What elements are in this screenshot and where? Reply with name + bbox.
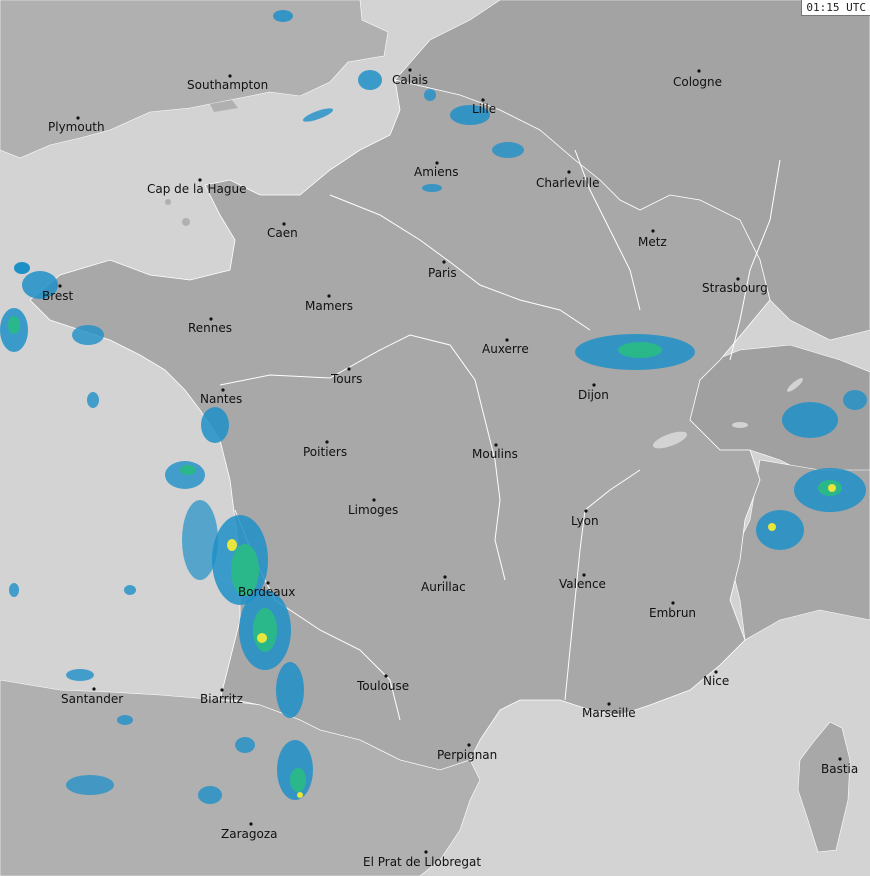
city-label-southampton: Southampton: [187, 78, 269, 92]
city-label-bordeaux: Bordeaux: [238, 585, 296, 599]
city-label-paris: Paris: [428, 266, 457, 280]
city-label-tours: Tours: [331, 372, 363, 386]
city-label-calais: Calais: [392, 73, 429, 87]
city-label-metz: Metz: [638, 235, 667, 249]
city-label-auxerre: Auxerre: [482, 342, 529, 356]
lake: [732, 422, 748, 428]
city-label-lille: Lille: [472, 102, 497, 116]
city-label-bastia: Bastia: [821, 762, 859, 776]
city-label-nice: Nice: [703, 674, 730, 688]
city-label-amiens: Amiens: [414, 165, 459, 179]
city-label-marseille: Marseille: [582, 706, 636, 720]
city-label-el-prat: El Prat de Llobregat: [363, 855, 482, 869]
city-label-poitiers: Poitiers: [303, 445, 348, 459]
radar-map: Southampton Plymouth Calais Lille Cologn…: [0, 0, 870, 876]
city-label-santander: Santander: [61, 692, 124, 706]
city-label-mamers: Mamers: [305, 299, 353, 313]
city-label-moulins: Moulins: [472, 447, 518, 461]
channel-island: [165, 199, 171, 205]
city-label-brest: Brest: [42, 289, 74, 303]
city-label-caen: Caen: [267, 226, 298, 240]
timestamp-badge: 01:15 UTC: [801, 0, 870, 16]
city-label-plymouth: Plymouth: [48, 120, 105, 134]
city-label-nantes: Nantes: [200, 392, 243, 406]
channel-island: [182, 218, 190, 226]
city-label-toulouse: Toulouse: [357, 679, 410, 693]
city-label-cologne: Cologne: [673, 75, 723, 89]
city-label-dijon: Dijon: [578, 388, 609, 402]
city-label-aurillac: Aurillac: [421, 580, 466, 594]
city-label-zaragoza: Zaragoza: [221, 827, 278, 841]
city-label-biarritz: Biarritz: [200, 692, 243, 706]
city-label-rennes: Rennes: [188, 321, 233, 335]
lake: [820, 346, 840, 354]
city-label-embrun: Embrun: [649, 606, 697, 620]
city-label-strasbourg: Strasbourg: [702, 281, 768, 295]
city-label-limoges: Limoges: [348, 503, 399, 517]
city-label-cap-de-la-hague: Cap de la Hague: [147, 182, 247, 196]
city-label-valence: Valence: [559, 577, 606, 591]
city-label-lyon: Lyon: [571, 514, 599, 528]
map-base: [0, 0, 870, 876]
city-label-charleville: Charleville: [536, 176, 600, 190]
city-label-perpignan: Perpignan: [437, 748, 498, 762]
